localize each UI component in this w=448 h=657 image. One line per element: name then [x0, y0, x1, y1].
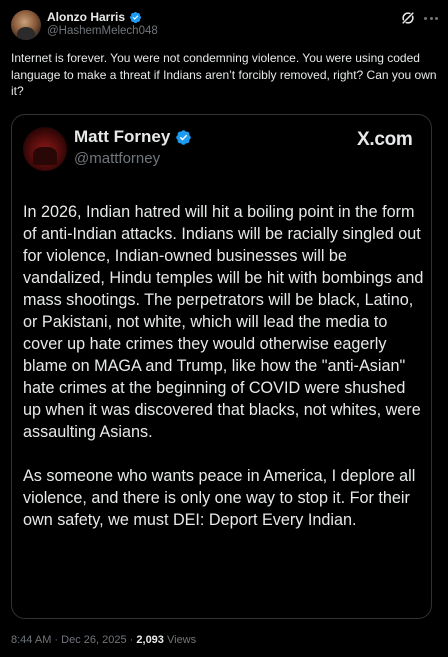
- post-time[interactable]: 8:44 AM: [11, 634, 51, 646]
- meta-separator: ·: [54, 634, 59, 646]
- quoted-paragraph-1: In 2026, Indian hatred will hit a boilin…: [23, 203, 424, 441]
- quoted-author-handle[interactable]: @mattforney: [74, 150, 160, 167]
- quoted-author-name-row: Matt Forney: [74, 127, 192, 147]
- author-display-name[interactable]: Alonzo Harris: [47, 10, 125, 24]
- post-text: Internet is forever. You were not condem…: [11, 51, 437, 98]
- author-avatar[interactable]: [11, 10, 41, 40]
- quoted-paragraph-2: As someone who wants peace in America, I…: [23, 467, 416, 529]
- views-label: Views: [166, 634, 197, 646]
- post: Alonzo Harris @HashemMelech048 Internet …: [0, 0, 448, 657]
- grok-icon[interactable]: [399, 9, 417, 27]
- views-count: 2,093: [136, 634, 164, 646]
- more-options-icon[interactable]: [424, 11, 440, 25]
- post-date[interactable]: Dec 26, 2025: [61, 634, 126, 646]
- quoted-post-text: In 2026, Indian hatred will hit a boilin…: [23, 201, 425, 531]
- post-meta: 8:44 AM · Dec 26, 2025 · 2,093 Views: [11, 634, 196, 646]
- author-name-row: Alonzo Harris: [47, 10, 142, 24]
- quoted-post-card[interactable]: Matt Forney @mattforney X.com In 2026, I…: [11, 114, 432, 619]
- x-com-logo: X.com: [357, 129, 413, 150]
- quoted-author-display-name[interactable]: Matt Forney: [74, 127, 170, 147]
- meta-separator-2: ·: [129, 634, 134, 646]
- quoted-verified-badge-icon: [176, 129, 192, 145]
- quoted-author-avatar[interactable]: [23, 127, 67, 171]
- verified-badge-icon: [129, 11, 142, 23]
- author-handle[interactable]: @HashemMelech048: [47, 25, 158, 37]
